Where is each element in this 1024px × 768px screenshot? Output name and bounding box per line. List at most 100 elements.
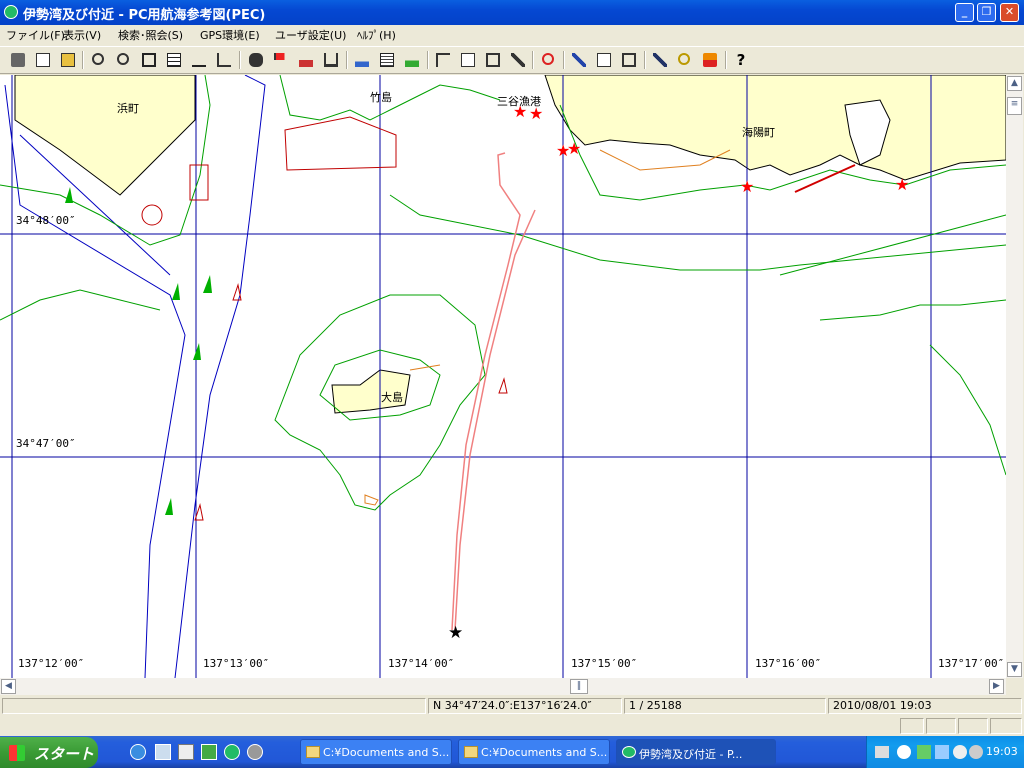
zoom-in-button[interactable] [89,50,109,70]
keyboard-icon[interactable] [875,746,889,758]
contour-east-3 [819,299,1006,321]
print-button[interactable] [8,50,28,70]
magnifier-button[interactable] [619,50,639,70]
app-icon[interactable] [4,5,18,19]
download-button[interactable] [700,50,720,70]
scroll-left-icon[interactable]: ◀ [1,679,16,694]
fax-button[interactable] [58,50,78,70]
contour-west-2 [0,289,161,321]
fit-icon [142,53,156,67]
menu-gps[interactable]: GPS環境(E) [200,27,260,43]
edit-icon [572,53,586,67]
green-buoy [203,275,212,293]
port-button[interactable] [321,50,341,70]
ie-quicklaunch-icon[interactable] [130,744,146,760]
notepad-quicklaunch-icon[interactable] [178,744,194,760]
measure-button[interactable] [214,50,234,70]
help-button[interactable]: ? [731,50,751,70]
explorer-quicklaunch-icon[interactable] [155,744,171,760]
port-icon [324,53,338,67]
zoom-out-icon [117,53,129,65]
minimize-button[interactable]: _ [955,3,974,22]
restricted-box [189,164,209,201]
maximize-button[interactable]: ❐ [977,3,996,22]
red-buoy [498,377,508,394]
compass-icon [355,53,369,67]
print-preview-button[interactable] [33,50,53,70]
print-icon [11,53,25,67]
task-button-folder-2[interactable]: C:¥Documents and S... [458,739,610,765]
route-button[interactable] [402,50,422,70]
menu-file[interactable]: ファイル(F) [6,27,65,43]
taskbar-clock[interactable]: 19:03 [986,745,1018,758]
edit-button[interactable] [569,50,589,70]
media-quicklaunch-icon[interactable] [247,744,263,760]
contour-east-2 [779,214,1006,276]
comment-button[interactable] [594,50,614,70]
flag-button[interactable] [271,50,291,70]
ruler-button[interactable] [189,50,209,70]
green-buoy [65,187,73,203]
app-quicklaunch-icon[interactable] [201,744,217,760]
measure-icon [217,53,231,67]
volume-icon[interactable] [953,745,967,759]
scroll-up-icon[interactable]: ▲ [1007,76,1022,91]
horizontal-scrollbar[interactable]: ◀ ‖ ▶ [0,678,1006,695]
pin-button[interactable] [539,50,559,70]
contour-east [389,194,1006,271]
pec-app-icon [622,746,636,758]
compass-button[interactable] [352,50,372,70]
scroll-thumb-horizontal[interactable]: ‖ [570,679,588,694]
zoom-out-button[interactable] [114,50,134,70]
ship-button[interactable] [296,50,316,70]
chart-map[interactable]: ★ ★ ★ ★ ★ ★ ★ 浜町 竹島 三谷漁港 海陽町 大島 34°48′00… [0,75,1006,678]
binoculars-button[interactable] [246,50,266,70]
task-button-pec[interactable]: 伊勢湾及び付近 - P... [616,739,776,765]
annotate-icon [461,53,475,67]
green-buoy [165,498,173,515]
network-icon[interactable] [917,745,931,759]
green-buoy [193,343,201,360]
annotate-button[interactable] [458,50,478,70]
vertical-scrollbar[interactable]: ▲ ≡ ▼ [1006,75,1023,678]
label-kaiyocho: 海陽町 [742,126,775,139]
toolbar-separator [725,51,727,69]
task-button-folder-1[interactable]: C:¥Documents and S... [300,739,452,765]
download-icon [703,53,717,67]
menu-help[interactable]: ﾍﾙﾌﾟ(H) [357,27,396,43]
track-button[interactable] [433,50,453,70]
ship-icon [299,53,313,67]
scroll-thumb-vertical[interactable]: ≡ [1007,97,1022,115]
task-label: C:¥Documents and S... [323,746,450,759]
lon-label: 137°14′00″ [388,657,455,670]
menu-search[interactable]: 検索･照会(S) [118,27,183,43]
status-bar-lower [0,716,1024,736]
track-line-2 [451,152,521,631]
menu-user-settings[interactable]: ユーザ設定(U) [275,27,346,43]
lat-label: 34°48′00″ [16,214,76,227]
security-icon[interactable] [969,745,983,759]
pen-button[interactable] [508,50,528,70]
lon-label: 137°15′00″ [571,657,638,670]
menu-view[interactable]: 表示(V) [63,27,101,43]
start-button[interactable]: スタート [0,737,98,768]
lon-label: 137°16′00″ [755,657,822,670]
fit-button[interactable] [139,50,159,70]
chevron-left-icon[interactable] [897,745,911,759]
scroll-down-icon[interactable]: ▼ [1007,662,1022,677]
zoom-window-button[interactable] [483,50,503,70]
pec-quicklaunch-icon[interactable] [224,744,240,760]
grid-button[interactable] [164,50,184,70]
task-label: 伊勢湾及び付近 - P... [639,748,743,761]
search-button[interactable] [675,50,695,70]
close-button[interactable]: ✕ [1000,3,1019,22]
display-icon[interactable] [935,745,949,759]
status-position: N 34°47′24.0″:E137°16′24.0″ [428,698,622,714]
map-canvas[interactable]: ★ ★ ★ ★ ★ ★ ★ [0,75,1006,678]
draw-button[interactable] [650,50,670,70]
window-title: 伊勢湾及び付近 - PC用航海参考図(PEC) [23,8,266,23]
scroll-right-icon[interactable]: ▶ [989,679,1004,694]
table-button[interactable] [377,50,397,70]
route-icon [405,53,419,67]
title-bar[interactable]: 伊勢湾及び付近 - PC用航海参考図(PEC) _ ❐ ✕ [0,0,1024,25]
